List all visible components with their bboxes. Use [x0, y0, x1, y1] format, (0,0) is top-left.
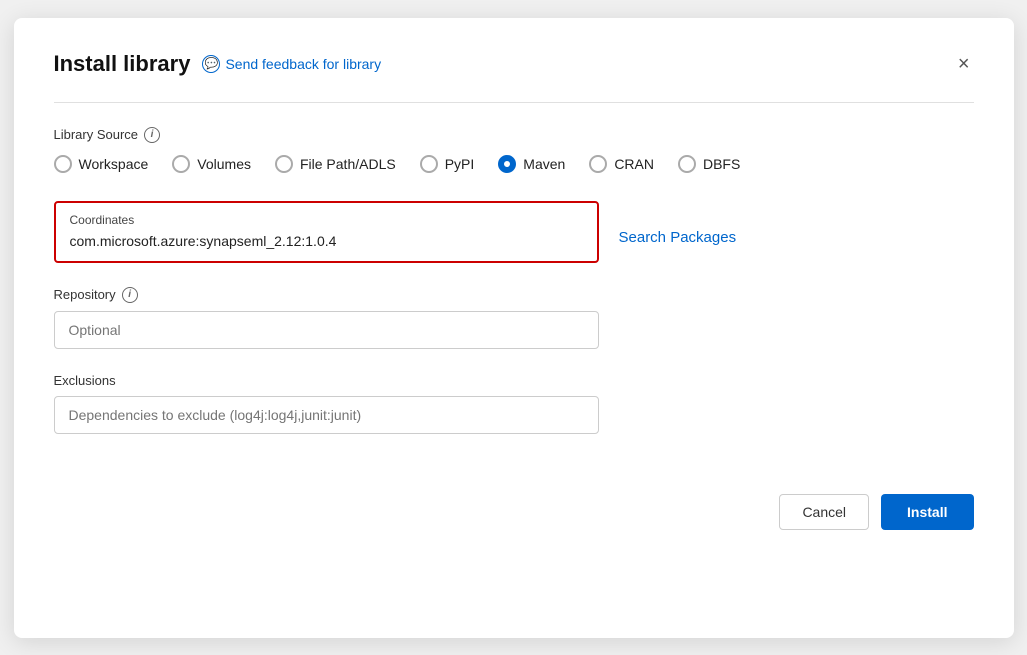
radio-cran-circle	[589, 155, 607, 173]
exclusions-input[interactable]	[54, 396, 599, 434]
radio-dbfs[interactable]: DBFS	[678, 155, 740, 173]
library-source-label: Library Source i	[54, 127, 974, 143]
radio-workspace-label: Workspace	[79, 156, 149, 172]
exclusions-label: Exclusions	[54, 373, 974, 388]
library-source-info-icon: i	[144, 127, 160, 143]
library-source-radio-group: Workspace Volumes File Path/ADLS PyPI Ma…	[54, 155, 974, 173]
radio-dbfs-label: DBFS	[703, 156, 740, 172]
radio-cran[interactable]: CRAN	[589, 155, 654, 173]
header-divider	[54, 102, 974, 103]
radio-pypi-circle	[420, 155, 438, 173]
install-library-dialog: Install library 💬 Send feedback for libr…	[14, 18, 1014, 638]
radio-cran-label: CRAN	[614, 156, 654, 172]
coordinates-section: Coordinates Search Packages	[54, 201, 974, 263]
radio-filepath[interactable]: File Path/ADLS	[275, 155, 396, 173]
radio-volumes-label: Volumes	[197, 156, 251, 172]
dialog-header: Install library 💬 Send feedback for libr…	[54, 50, 974, 78]
radio-workspace[interactable]: Workspace	[54, 155, 149, 173]
coordinates-box: Coordinates	[54, 201, 599, 263]
feedback-label: Send feedback for library	[225, 56, 381, 72]
close-icon: ×	[958, 53, 970, 75]
repository-info-icon: i	[122, 287, 138, 303]
feedback-link[interactable]: 💬 Send feedback for library	[202, 55, 381, 73]
radio-dbfs-circle	[678, 155, 696, 173]
radio-volumes-circle	[172, 155, 190, 173]
dialog-footer: Cancel Install	[54, 494, 974, 530]
radio-workspace-circle	[54, 155, 72, 173]
search-packages-link[interactable]: Search Packages	[619, 229, 737, 246]
radio-pypi-label: PyPI	[445, 156, 475, 172]
coordinates-input[interactable]	[70, 233, 583, 249]
radio-maven-label: Maven	[523, 156, 565, 172]
radio-maven-circle	[498, 155, 516, 173]
search-packages-label: Search Packages	[619, 229, 737, 246]
radio-volumes[interactable]: Volumes	[172, 155, 251, 173]
coordinates-row: Coordinates Search Packages	[54, 201, 974, 263]
exclusions-section: Exclusions	[54, 373, 974, 434]
radio-filepath-circle	[275, 155, 293, 173]
radio-pypi[interactable]: PyPI	[420, 155, 475, 173]
title-row: Install library 💬 Send feedback for libr…	[54, 51, 382, 77]
dialog-title: Install library	[54, 51, 191, 77]
feedback-icon: 💬	[202, 55, 220, 73]
coordinates-label: Coordinates	[70, 213, 583, 227]
close-button[interactable]: ×	[954, 50, 974, 78]
radio-filepath-label: File Path/ADLS	[300, 156, 396, 172]
repository-label: Repository i	[54, 287, 974, 303]
repository-input[interactable]	[54, 311, 599, 349]
cancel-button[interactable]: Cancel	[779, 494, 869, 530]
radio-maven[interactable]: Maven	[498, 155, 565, 173]
repository-section: Repository i	[54, 287, 974, 349]
install-button[interactable]: Install	[881, 494, 973, 530]
